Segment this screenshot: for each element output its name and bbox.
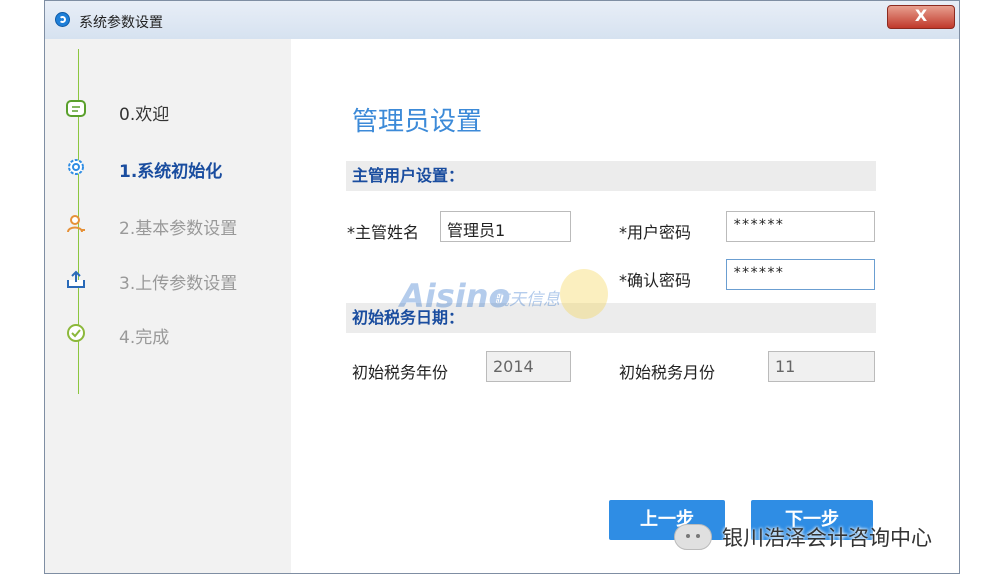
- step-label: 4.完成: [119, 328, 170, 348]
- step-label: 2.基本参数设置: [119, 219, 238, 239]
- tax-year-field[interactable]: 2014: [486, 351, 571, 382]
- check-circle-icon: [67, 324, 85, 342]
- step-system-init[interactable]: 1.系统初始化: [45, 156, 291, 184]
- step-finish[interactable]: 4.完成: [45, 322, 291, 350]
- admin-name-field[interactable]: 管理员1: [440, 211, 571, 242]
- confirm-password-field[interactable]: ******: [726, 259, 875, 290]
- bee-mascot-icon: [560, 269, 608, 319]
- step-upload-params[interactable]: 3.上传参数设置: [45, 268, 291, 296]
- admin-name-label: *主管姓名: [347, 223, 420, 242]
- main-user-section-header: 主管用户设置：: [346, 161, 876, 191]
- window-title: 系统参数设置: [79, 15, 163, 31]
- wechat-icon: [674, 524, 712, 550]
- wechat-caption: 银川浩泽会计咨询中心: [722, 526, 932, 550]
- gear-icon: [68, 159, 84, 175]
- wizard-sidebar: 0.欢迎 1.系统初始化 2.基本参数设置 3.上传参数设置 4.完成: [45, 39, 291, 573]
- chat-icon: [66, 100, 86, 117]
- tax-year-label: 初始税务年份: [352, 363, 449, 382]
- upload-icon: [67, 270, 85, 288]
- watermark-brand-cn: 航天信息: [492, 290, 560, 310]
- step-label: 3.上传参数设置: [119, 274, 238, 294]
- tax-month-field[interactable]: 11: [768, 351, 875, 382]
- password-label: *用户密码: [619, 223, 692, 242]
- title-bar[interactable]: 系统参数设置 X: [45, 1, 959, 39]
- wechat-caption-overlay: 银川浩泽会计咨询中心: [674, 518, 974, 554]
- step-label: 1.系统初始化: [119, 162, 223, 182]
- step-label: 0.欢迎: [119, 105, 170, 125]
- page-title: 管理员设置: [352, 107, 483, 137]
- step-welcome[interactable]: 0.欢迎: [45, 99, 291, 127]
- password-field[interactable]: ******: [726, 211, 875, 242]
- close-button[interactable]: X: [887, 5, 955, 29]
- aisino-watermark: Aisino 航天信息: [400, 255, 630, 330]
- user-icon: [67, 215, 85, 233]
- tax-month-label: 初始税务月份: [619, 363, 716, 382]
- app-logo-icon: [55, 12, 70, 27]
- step-basic-params[interactable]: 2.基本参数设置: [45, 213, 291, 241]
